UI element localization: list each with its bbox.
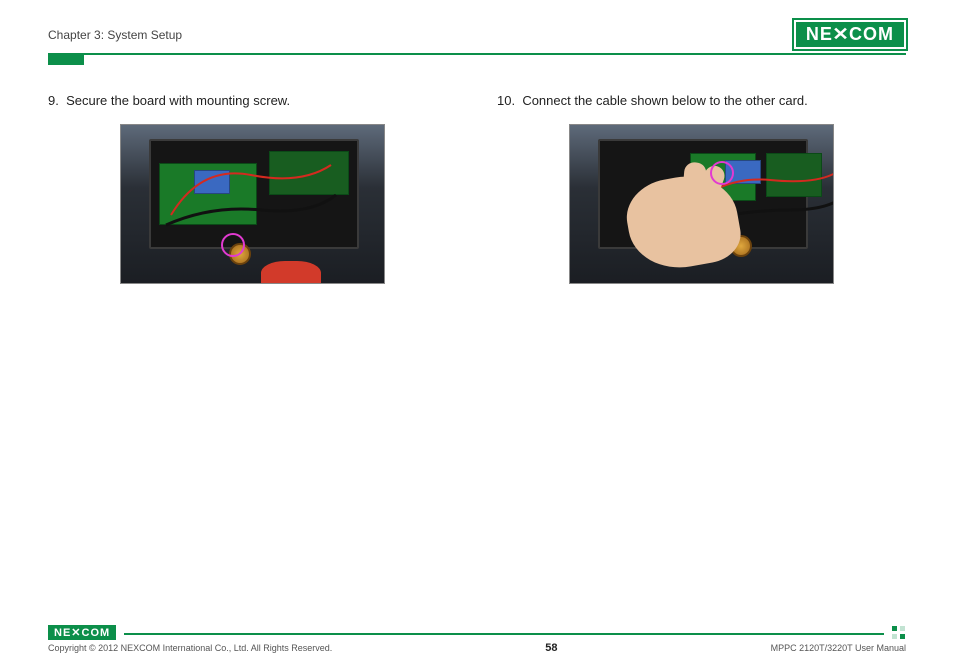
brand-logo: NE✕COM [794,20,906,49]
step-9-number: 9. [48,93,59,108]
step-9-text: 9. Secure the board with mounting screw. [48,93,457,108]
step-10: 10. Connect the cable shown below to the… [497,93,906,284]
header-rule [48,53,906,55]
content-columns: 9. Secure the board with mounting screw. [48,93,906,284]
brand-logo-text: NE✕COM [794,20,906,49]
step-9: 9. Secure the board with mounting screw. [48,93,457,284]
footer-ornament-icon [892,626,906,640]
step-10-text: 10. Connect the cable shown below to the… [497,93,906,108]
chapter-title: Chapter 3: System Setup [48,28,182,42]
annotation-circle-icon [710,161,734,185]
step-9-image [120,124,385,284]
page-footer: NE✕COM Copyright © 2012 NEXCOM Internati… [48,625,906,654]
page-number: 58 [545,642,557,654]
step-10-number: 10. [497,93,515,108]
copyright-text: Copyright © 2012 NEXCOM International Co… [48,643,332,653]
page-header: Chapter 3: System Setup NE✕COM [48,20,906,49]
footer-brand-logo: NE✕COM [48,625,116,640]
annotation-circle-icon [221,233,245,257]
step-9-desc: Secure the board with mounting screw. [66,93,290,108]
step-10-desc: Connect the cable shown below to the oth… [522,93,807,108]
step-10-image [569,124,834,284]
manual-title: MPPC 2120T/3220T User Manual [771,643,906,653]
